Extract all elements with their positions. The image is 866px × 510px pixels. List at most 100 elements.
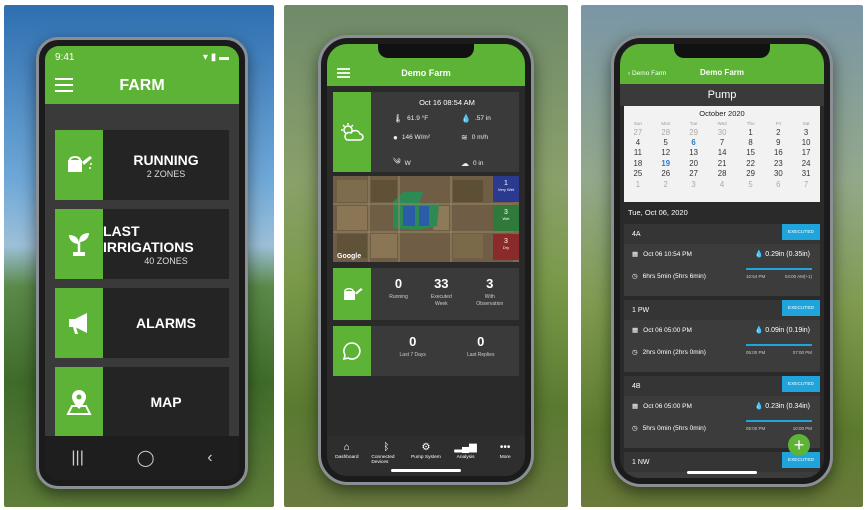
calendar-icon: ▦	[632, 403, 639, 410]
calendar-day[interactable]: 21	[707, 158, 736, 168]
calendar-day[interactable]: 4	[707, 179, 736, 189]
phone-notch	[378, 44, 474, 58]
calendar-day[interactable]: 27	[680, 169, 708, 179]
tab-label: Connected Devices	[371, 455, 395, 465]
legend-count: 1	[504, 180, 508, 187]
calendar-day[interactable]: 27	[624, 127, 652, 137]
watering-can-icon	[333, 268, 371, 320]
farm-map[interactable]: Google 1 Very Wet 3 Wet 3 Dry	[333, 176, 519, 262]
hamburger-menu-icon[interactable]	[337, 68, 350, 78]
calendar-day[interactable]: 10	[792, 137, 820, 147]
calendar-day[interactable]: 3	[792, 127, 820, 137]
calendar-day[interactable]: 3	[680, 179, 708, 189]
phone-frame: 9:41 ▾ ▮ ▬ FARM RUNNING 2 ZONES LAST IRR…	[36, 37, 248, 489]
messages-card[interactable]: 0 Last 7 Days 0 Last Replies	[333, 326, 519, 376]
stat-running: 0 Running	[389, 276, 408, 308]
tile-map[interactable]: MAP	[55, 367, 229, 437]
phone-notch	[674, 44, 770, 58]
evap-value: 0 in	[473, 160, 484, 167]
phone-screen: Demo Farm Oct 16 08:54 AM 🌡 61.9 °F 💧 .57 …	[327, 44, 525, 476]
calendar-day[interactable]: 28	[652, 127, 680, 137]
home-indicator[interactable]	[391, 469, 461, 472]
calendar-day[interactable]: 30	[764, 169, 792, 179]
weather-datetime: Oct 16 08:54 AM	[419, 98, 475, 107]
calendar-day[interactable]: 12	[652, 148, 680, 158]
calendar-day[interactable]: 7	[792, 179, 820, 189]
weather-readings: 🌡 61.9 °F 💧 .57 in ● 146 W/m² ≋ 0 m/h ༄ W ☁ 0 …	[379, 114, 515, 175]
calendar-day[interactable]: 30	[707, 127, 736, 137]
calendar-day[interactable]: 11	[624, 148, 652, 158]
clock-icon: ◷	[632, 349, 638, 356]
selected-date: Tue, Oct 06, 2020	[628, 208, 688, 217]
calendar-day[interactable]: 17	[792, 148, 820, 158]
calendar-day[interactable]: 6	[764, 179, 792, 189]
screenshot-panel-pump: ‹ Demo Farm Demo Farm Pump October 2020 …	[581, 5, 863, 507]
calendar-day[interactable]: 1	[624, 179, 652, 189]
phone-frame: ‹ Demo Farm Demo Farm Pump October 2020 …	[611, 35, 833, 487]
irrigation-stats-card[interactable]: 0 Running 33 Executed Week 3 With Observati…	[333, 268, 519, 320]
calendar-day[interactable]: 5	[737, 179, 765, 189]
page-subtitle: Pump	[620, 84, 824, 106]
calendar-day[interactable]: 25	[624, 169, 652, 179]
back-button[interactable]: ‹	[207, 449, 212, 467]
tab-dashboard[interactable]: ⌂ Dashboard	[332, 442, 362, 460]
tile-last-irrigations[interactable]: LAST IRRIGATIONS 40 ZONES	[55, 209, 229, 279]
calendar-day[interactable]: 15	[737, 148, 765, 158]
calendar-day-today[interactable]: 19	[652, 158, 680, 168]
calendar-day[interactable]: 2	[652, 179, 680, 189]
wind-icon: ༄	[393, 157, 401, 166]
app-header: FARM	[45, 68, 239, 104]
phone-frame: Demo Farm Oct 16 08:54 AM 🌡 61.9 °F 💧 .57 …	[318, 35, 534, 485]
stat-last-replies: 0 Last Replies	[467, 334, 495, 359]
calendar-day[interactable]: 20	[680, 158, 708, 168]
home-indicator[interactable]	[687, 471, 757, 474]
home-button[interactable]: ◯	[137, 448, 155, 468]
stat-label: Last 7 Days	[399, 352, 426, 358]
tab-pump-system[interactable]: ⚙ Pump System	[411, 442, 441, 460]
calendar-day[interactable]: 18	[624, 158, 652, 168]
recents-button[interactable]: |||	[71, 449, 83, 467]
calendar-day[interactable]: 8	[737, 137, 765, 147]
calendar-day[interactable]: 2	[764, 127, 792, 137]
tab-more[interactable]: ••• More	[490, 442, 520, 460]
calendar-grid: Sun Mon Tue Wed Thu Fri Sat 27 28 29 30 …	[624, 120, 820, 189]
bluetooth-icon: ᛒ	[383, 442, 390, 453]
calendar-day[interactable]: 16	[764, 148, 792, 158]
tab-label: More	[499, 455, 511, 460]
calendar-day[interactable]: 9	[764, 137, 792, 147]
calendar-day[interactable]: 28	[707, 169, 736, 179]
calendar-day[interactable]: 22	[737, 158, 765, 168]
event-card[interactable]: 1 NW EXECUTED	[624, 452, 820, 478]
add-button[interactable]: +	[788, 434, 810, 456]
calendar-day[interactable]: 29	[680, 127, 708, 137]
calendar-day[interactable]: 24	[792, 158, 820, 168]
tile-running[interactable]: RUNNING 2 ZONES	[55, 130, 229, 200]
calendar[interactable]: October 2020 Sun Mon Tue Wed Thu Fri Sat…	[624, 106, 820, 202]
legend-wet[interactable]: 3 Wet	[493, 205, 519, 231]
calendar-day[interactable]: 5	[652, 137, 680, 147]
legend-dry[interactable]: 3 Dry	[493, 234, 519, 260]
clock-icon: ◷	[632, 425, 638, 432]
calendar-day[interactable]: 31	[792, 169, 820, 179]
page-title: Demo Farm	[401, 68, 451, 78]
map-fields-image	[333, 176, 513, 262]
tab-analysis[interactable]: ▂▄▆ Analysis	[451, 442, 481, 460]
event-card[interactable]: 4A EXECUTED ▦ Oct 06 10:54 PM ◷ 6hrs 5min (…	[624, 224, 820, 296]
hamburger-menu-icon[interactable]	[55, 78, 73, 92]
tab-connected-devices[interactable]: ᛒ Connected Devices	[371, 442, 401, 465]
calendar-day[interactable]: 7	[707, 137, 736, 147]
calendar-day[interactable]: 14	[707, 148, 736, 158]
calendar-day[interactable]: 13	[680, 148, 708, 158]
calendar-day[interactable]: 29	[737, 169, 765, 179]
calendar-day[interactable]: 4	[624, 137, 652, 147]
legend-very-wet[interactable]: 1 Very Wet	[493, 176, 519, 202]
weather-card[interactable]: Oct 16 08:54 AM 🌡 61.9 °F 💧 .57 in ● 146 W/…	[333, 92, 519, 172]
event-card[interactable]: 1 PW EXECUTED ▦ Oct 06 05:00 PM ◷ 2hrs 0min…	[624, 300, 820, 372]
calendar-day-selected[interactable]: 6	[680, 137, 708, 147]
tile-alarms[interactable]: ALARMS	[55, 288, 229, 358]
weekday: Tue	[689, 121, 698, 126]
calendar-day[interactable]: 23	[764, 158, 792, 168]
back-button[interactable]: ‹ Demo Farm	[628, 70, 666, 77]
calendar-day[interactable]: 26	[652, 169, 680, 179]
calendar-day[interactable]: 1	[737, 127, 765, 137]
